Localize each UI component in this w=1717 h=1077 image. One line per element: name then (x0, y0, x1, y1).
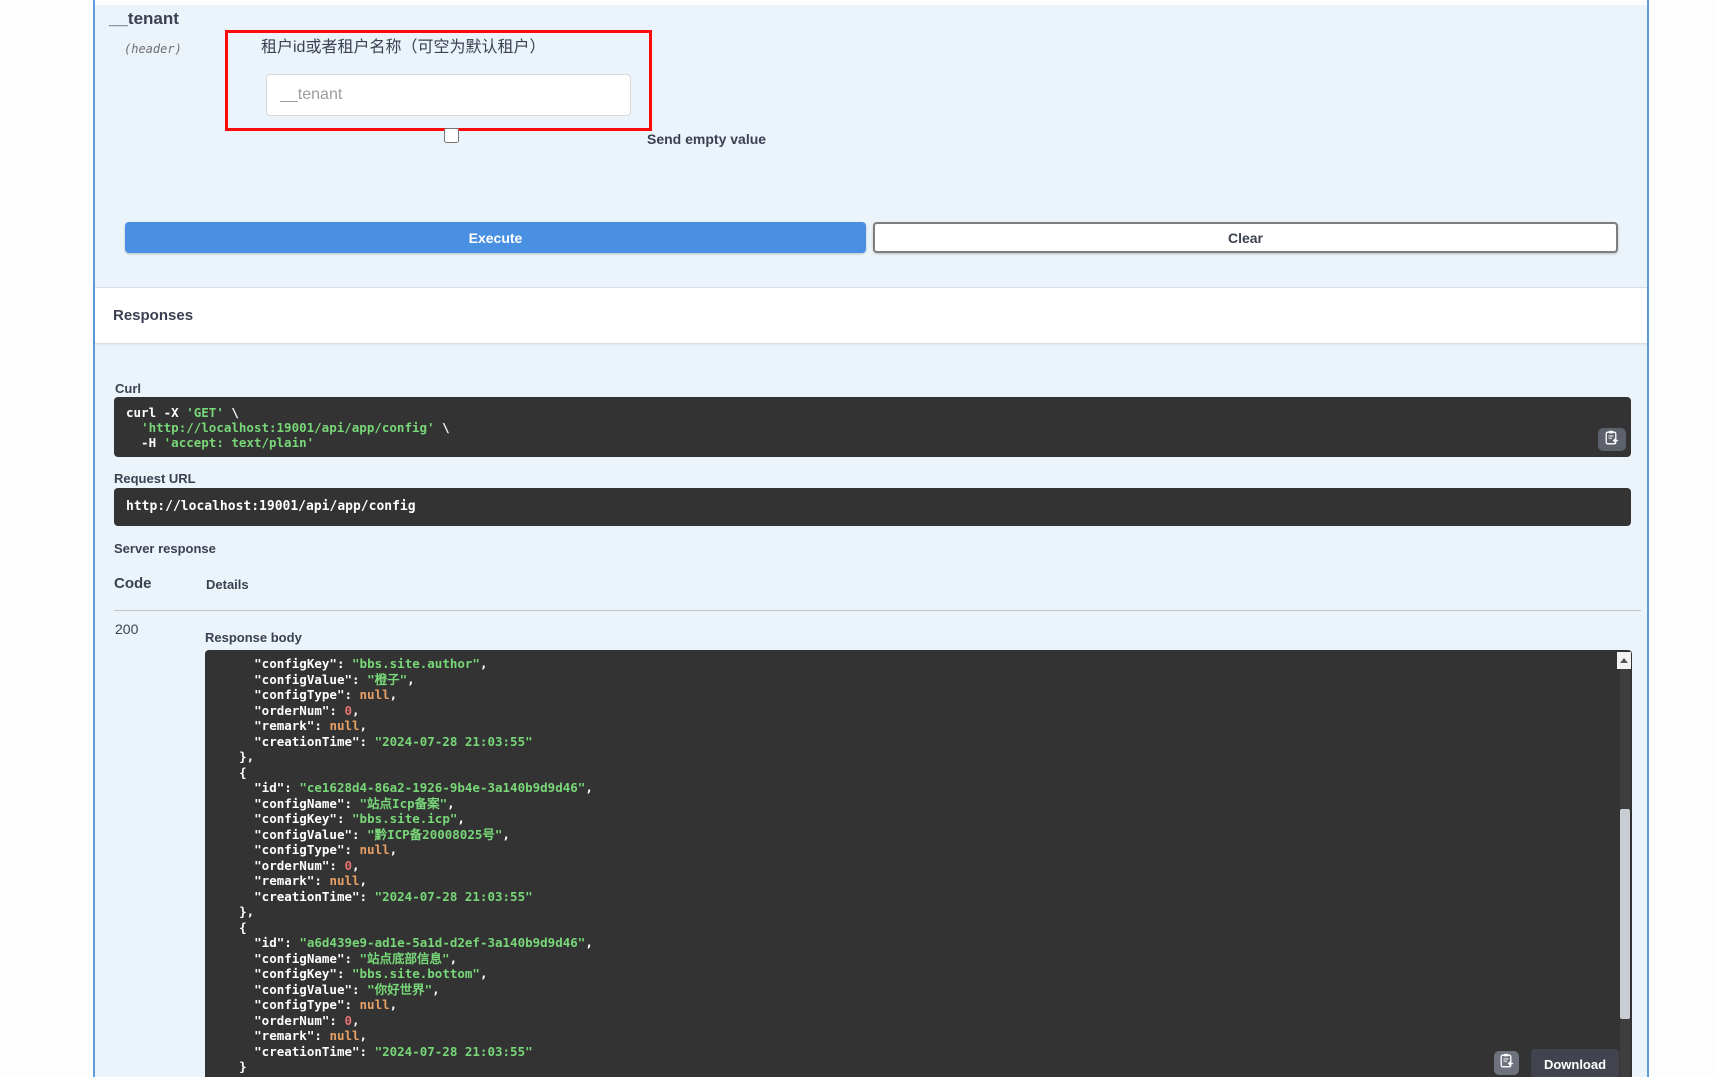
parameter-location: (header) (124, 42, 182, 56)
send-empty-value-label: Send empty value (647, 131, 766, 147)
copy-curl-button[interactable] (1598, 428, 1626, 451)
response-body-block: "configKey": "bbs.site.author", "configV… (205, 650, 1632, 1077)
code-column-header: Code (114, 575, 152, 592)
copy-response-button[interactable] (1494, 1051, 1519, 1075)
curl-command-block: curl -X 'GET' \ 'http://localhost:19001/… (114, 397, 1631, 457)
clipboard-icon (1500, 1053, 1514, 1073)
execute-button[interactable]: Execute (125, 222, 866, 253)
response-body-json: "configKey": "bbs.site.author", "configV… (209, 656, 1632, 1077)
responses-title: Responses (113, 307, 193, 324)
clear-button[interactable]: Clear (873, 222, 1618, 253)
curl-label: Curl (115, 381, 141, 396)
curl-command-code: curl -X 'GET' \ 'http://localhost:19001/… (126, 405, 1619, 450)
response-scrollbar-track[interactable] (1620, 669, 1630, 1077)
clipboard-icon (1605, 430, 1619, 450)
swagger-page: __tenant (header) 租户id或者租户名称（可空为默认租户） Se… (0, 0, 1717, 1077)
details-column-header: Details (206, 577, 249, 592)
opblock-top-edge (95, 0, 1647, 5)
server-response-label: Server response (114, 541, 216, 556)
request-url-value: http://localhost:19001/api/app/config (126, 499, 1619, 515)
responses-section-header: Responses (95, 287, 1647, 344)
tenant-input[interactable] (266, 74, 631, 116)
response-scrollbar-thumb[interactable] (1620, 809, 1630, 1019)
status-code: 200 (115, 621, 138, 637)
server-response-divider (114, 610, 1641, 611)
download-button[interactable]: Download (1531, 1049, 1619, 1077)
parameter-description: 租户id或者租户名称（可空为默认租户） (261, 33, 545, 57)
opblock-get-body: __tenant (header) 租户id或者租户名称（可空为默认租户） Se… (93, 0, 1649, 1077)
parameter-name: __tenant (109, 9, 179, 29)
scrollbar-up-button[interactable] (1617, 652, 1631, 669)
request-url-label: Request URL (114, 471, 196, 486)
request-url-block: http://localhost:19001/api/app/config (114, 488, 1631, 526)
send-empty-value-checkbox[interactable] (444, 128, 459, 143)
response-body-label: Response body (205, 630, 302, 645)
scroll-up-arrow-icon (1620, 658, 1628, 663)
